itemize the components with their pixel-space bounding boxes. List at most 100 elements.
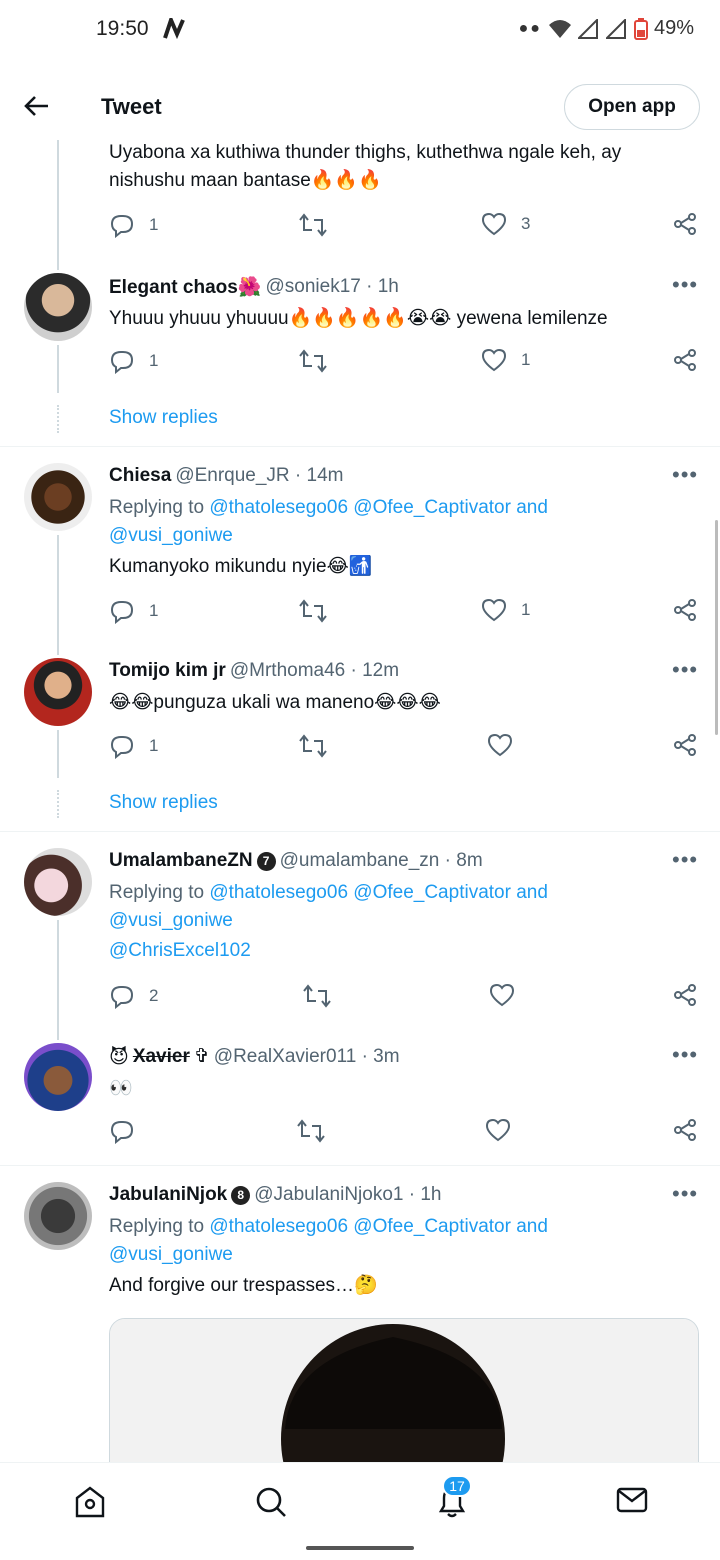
retweet-button[interactable] (299, 212, 327, 238)
like-icon (485, 1118, 511, 1142)
more-icon[interactable]: ••• (672, 847, 698, 873)
media-photo (110, 1319, 698, 1477)
reply-count: 1 (149, 736, 159, 755)
display-name[interactable]: Xavier (133, 1046, 190, 1068)
more-icon[interactable]: ••• (672, 272, 698, 298)
more-icon[interactable]: ••• (672, 1042, 698, 1068)
mention-link[interactable]: @vusi_goniwe (109, 1244, 233, 1265)
reply-button[interactable]: 1 (109, 598, 158, 624)
like-button[interactable] (487, 733, 513, 757)
status-time: 19:50 (96, 17, 149, 40)
reply-icon (110, 1121, 134, 1144)
handle[interactable]: @umalambane_zn · 8m (280, 850, 483, 872)
replying-prefix: Replying to (109, 1216, 210, 1237)
tweet-author: 😈 Xavier ✞ @RealXavier011 · 3m (109, 1045, 400, 1068)
retweet-icon (303, 984, 331, 1008)
display-name[interactable]: JabulaniNjok (109, 1184, 227, 1206)
share-button[interactable] (673, 212, 697, 236)
reply-button[interactable]: 1 (109, 212, 158, 238)
retweet-button[interactable] (297, 1118, 325, 1144)
retweet-button[interactable] (299, 598, 327, 624)
retweet-button[interactable] (299, 348, 327, 374)
replying-to: Replying to @thatolesego06 @Ofee_Captiva… (109, 494, 689, 550)
number-badge: 8 (231, 1185, 251, 1205)
handle[interactable]: @Mrthoma46 · 12m (230, 660, 399, 682)
display-name[interactable]: Tomijo kim jr (109, 660, 226, 682)
retweet-icon (299, 213, 327, 237)
display-name[interactable]: Chiesa (109, 465, 171, 487)
tweet-text: Yhuuu yhuuu yhuuuu🔥🔥🔥🔥🔥😭😭 yewena lemilen… (109, 308, 608, 329)
top-header: Tweet Open app (0, 72, 720, 140)
search-icon[interactable] (254, 1485, 288, 1519)
notification-n-icon (163, 18, 185, 40)
mail-icon[interactable] (616, 1485, 648, 1515)
gesture-bar[interactable] (306, 1546, 414, 1550)
avatar[interactable] (24, 658, 92, 726)
mention-link[interactable]: @vusi_goniwe (109, 525, 233, 546)
like-icon (489, 983, 515, 1007)
reply-count: 1 (149, 351, 159, 370)
back-arrow-icon[interactable] (24, 94, 50, 118)
avatar[interactable] (24, 848, 92, 916)
more-icon[interactable]: ••• (672, 657, 698, 683)
avatar[interactable] (24, 1043, 92, 1111)
like-button[interactable] (489, 983, 515, 1007)
divider (0, 446, 720, 447)
handle[interactable]: @Enrque_JR · 14m (175, 465, 343, 487)
avatar[interactable] (24, 463, 92, 531)
reply-button[interactable]: 1 (109, 348, 158, 374)
show-replies-link[interactable]: Show replies (109, 792, 218, 814)
mention-link[interactable]: @vusi_goniwe (109, 910, 233, 931)
scrollbar[interactable] (715, 520, 718, 735)
open-app-button[interactable]: Open app (564, 84, 700, 130)
retweet-button[interactable] (299, 733, 327, 759)
divider (0, 831, 720, 832)
tweet-author: UmalambaneZN 7 @umalambane_zn · 8m (109, 850, 483, 872)
replying-prefix: Replying to (109, 497, 210, 518)
mention-links[interactable]: @thatolesego06 @Ofee_Captivator and (209, 882, 548, 903)
retweet-button[interactable] (303, 983, 331, 1009)
like-icon (481, 598, 507, 622)
like-button[interactable]: 1 (481, 348, 530, 372)
tweet-text: 👀 (109, 1077, 133, 1099)
more-icon[interactable]: ••• (672, 1181, 698, 1207)
tweet-text: Kumanyoko mikundu nyie😂🚮 (109, 556, 373, 577)
reply-button[interactable]: 1 (109, 733, 158, 759)
handle[interactable]: @JabulaniNjoko1 · 1h (254, 1184, 441, 1206)
avatar[interactable] (24, 273, 92, 341)
reply-button[interactable] (109, 1118, 135, 1144)
like-button[interactable]: 1 (481, 598, 530, 622)
like-icon (481, 348, 507, 372)
share-button[interactable] (673, 348, 697, 372)
reply-icon (110, 351, 134, 374)
replying-to: Replying to @thatolesego06 @Ofee_Captiva… (109, 879, 689, 935)
more-icon[interactable]: ••• (672, 462, 698, 488)
mention-links[interactable]: @thatolesego06 @Ofee_Captivator and (209, 1216, 548, 1237)
like-button[interactable] (485, 1118, 511, 1142)
like-button[interactable]: 3 (481, 212, 530, 236)
share-button[interactable] (673, 598, 697, 622)
battery-icon (633, 17, 648, 40)
thread-line (57, 730, 59, 778)
share-icon (674, 734, 696, 756)
share-icon (674, 213, 696, 235)
display-name[interactable]: UmalambaneZN (109, 850, 253, 872)
tweet-media-image[interactable] (109, 1318, 699, 1478)
like-count: 3 (521, 214, 531, 233)
display-name[interactable]: Elegant chaos🌺 (109, 275, 261, 299)
share-button[interactable] (673, 733, 697, 757)
share-button[interactable] (673, 1118, 697, 1142)
tweet-text[interactable]: @ChrisExcel102 (109, 937, 689, 965)
reply-button[interactable]: 2 (109, 983, 158, 1009)
retweet-icon (299, 599, 327, 623)
page-title: Tweet (101, 94, 162, 119)
share-button[interactable] (673, 983, 697, 1007)
avatar[interactable] (24, 1182, 92, 1250)
handle[interactable]: @RealXavier011 · 3m (214, 1046, 400, 1068)
replying-prefix: Replying to (109, 882, 210, 903)
home-icon[interactable] (74, 1485, 106, 1519)
show-replies-link[interactable]: Show replies (109, 407, 218, 429)
tweet-text: And forgive our trespasses…🤔 (109, 1275, 378, 1296)
handle[interactable]: @soniek17 · 1h (265, 276, 398, 298)
mention-links[interactable]: @thatolesego06 @Ofee_Captivator and (209, 497, 548, 518)
